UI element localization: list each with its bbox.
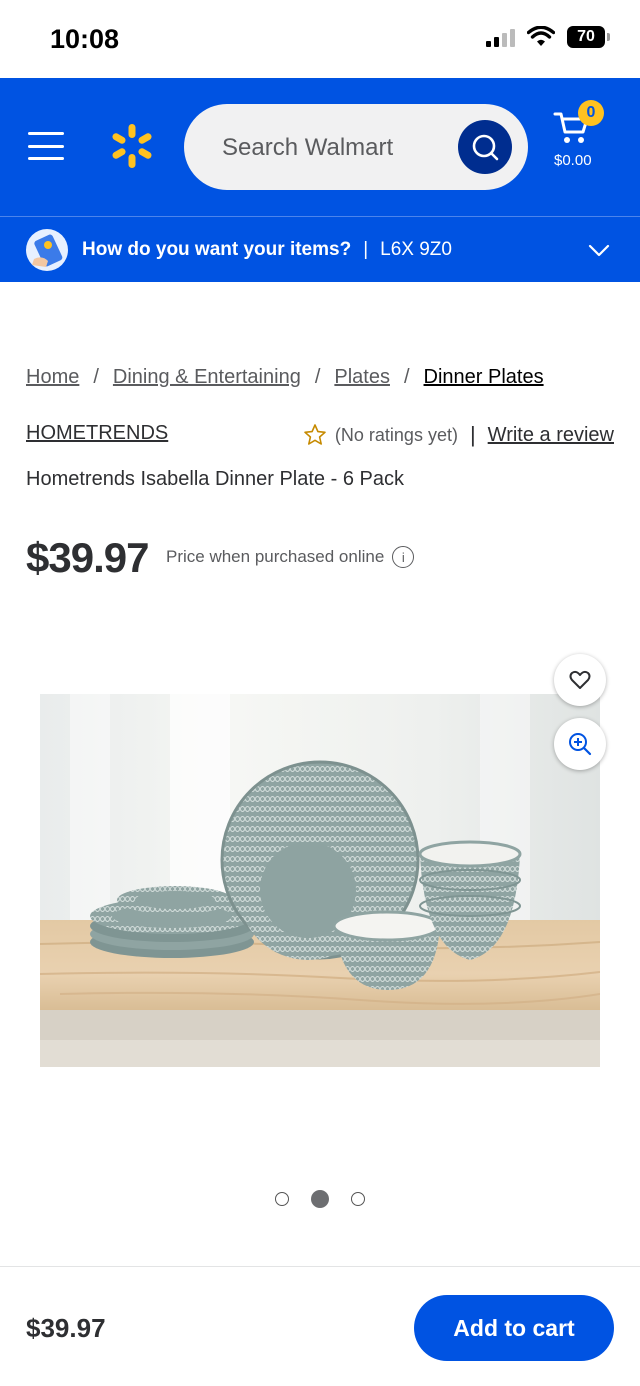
cart-button[interactable]: 0 $0.00 [548, 100, 608, 190]
product-price: $39.97 [26, 534, 149, 581]
sticky-add-to-cart-bar: $39.97 Add to cart [0, 1266, 640, 1386]
favorite-button[interactable] [554, 654, 606, 706]
signal-icon [486, 27, 515, 47]
battery-icon: 70 [567, 26, 610, 48]
rating-text: (No ratings yet) [334, 424, 458, 445]
rating-separator: | [469, 422, 476, 447]
location-separator: | [363, 239, 369, 260]
price-note-text: Price when purchased online [166, 547, 385, 566]
sticky-price: $39.97 [26, 1313, 106, 1343]
zoom-button[interactable] [554, 718, 606, 770]
battery-level: 70 [567, 26, 605, 48]
delivery-location-bar[interactable]: How do you want your items? | L6X 9Z0 [0, 216, 640, 282]
carousel-dot-active[interactable] [311, 1190, 329, 1208]
rating-summary: (No ratings yet) | Write a review [303, 422, 614, 448]
breadcrumb-plates[interactable]: Plates [334, 366, 390, 389]
chevron-down-icon[interactable] [588, 239, 610, 261]
carousel-dot[interactable] [275, 1192, 289, 1206]
zoom-in-icon [569, 733, 592, 756]
search-input[interactable] [222, 134, 442, 162]
breadcrumb-separator: / [314, 366, 321, 388]
location-text: How do you want your items? | L6X 9Z0 [82, 239, 452, 261]
search-button[interactable] [458, 120, 512, 174]
carousel-dot[interactable] [351, 1192, 365, 1206]
breadcrumb-separator: / [403, 366, 410, 388]
add-to-cart-button[interactable]: Add to cart [414, 1295, 614, 1361]
heart-icon [569, 670, 591, 689]
status-time: 10:08 [50, 24, 120, 54]
wifi-icon [527, 26, 555, 46]
header: 0 $0.00 [0, 78, 640, 216]
spark-logo-icon[interactable] [108, 122, 156, 170]
cart-total: $0.00 [554, 152, 592, 169]
search-icon [472, 134, 499, 161]
search-box[interactable] [184, 104, 528, 190]
write-review-link[interactable]: Write a review [488, 424, 614, 447]
location-question: How do you want your items? [82, 239, 352, 260]
brand-link[interactable]: HOMETRENDS [26, 422, 168, 445]
price-note: Price when purchased online i [166, 546, 415, 568]
breadcrumb: Home / Dining & Entertaining / Plates / … [26, 366, 544, 389]
location-icon [26, 229, 68, 271]
info-icon[interactable]: i [392, 546, 415, 568]
cart-count-badge: 0 [578, 100, 604, 126]
breadcrumb-separator: / [93, 366, 99, 388]
product-title: Hometrends Isabella Dinner Plate - 6 Pac… [26, 468, 404, 490]
location-postal-code: L6X 9Z0 [380, 239, 452, 260]
status-bar: 10:08 70 [0, 0, 640, 78]
carousel-dots [0, 1190, 640, 1208]
menu-icon[interactable] [28, 132, 64, 160]
star-outline-icon [304, 424, 326, 445]
product-image[interactable] [40, 694, 600, 1067]
status-icons: 70 [486, 26, 610, 48]
breadcrumb-dinner-plates[interactable]: Dinner Plates [424, 366, 544, 389]
breadcrumb-home[interactable]: Home [26, 366, 79, 389]
breadcrumb-dining-entertaining[interactable]: Dining & Entertaining [113, 366, 301, 389]
